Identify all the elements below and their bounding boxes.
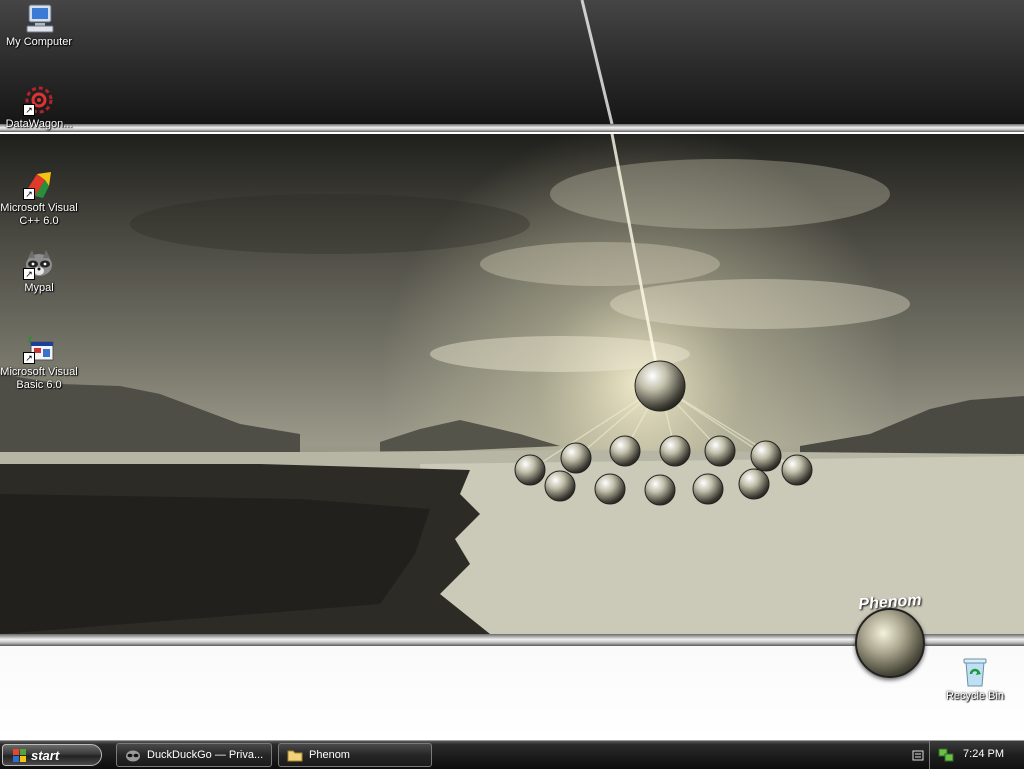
windows-logo-icon bbox=[13, 749, 27, 763]
network-icon[interactable] bbox=[938, 747, 954, 763]
phenom-logo: Phenom bbox=[850, 592, 930, 678]
desktop-icon-label: Microsoft Visual Basic 6.0 bbox=[0, 366, 78, 391]
clock[interactable]: 7:24 PM bbox=[963, 748, 1004, 760]
taskbar-button-duckduckgo[interactable]: DuckDuckGo — Priva... bbox=[116, 743, 272, 767]
shortcut-arrow-icon: ↗ bbox=[23, 352, 35, 364]
datawagon-icon: ↗ bbox=[23, 84, 55, 116]
taskbar-button-label: DuckDuckGo — Priva... bbox=[147, 749, 264, 761]
visual-cpp-icon: ↗ bbox=[23, 168, 55, 200]
phenom-orb bbox=[855, 608, 925, 678]
start-button[interactable]: start bbox=[2, 744, 102, 766]
my-computer-icon bbox=[23, 2, 55, 34]
desktop-icon-my-computer[interactable]: My Computer bbox=[0, 2, 78, 49]
desktop-icon-label: Mypal bbox=[24, 282, 54, 294]
shortcut-arrow-icon: ↗ bbox=[23, 188, 35, 200]
start-label: start bbox=[31, 748, 60, 763]
mypal-raccoon-icon: ↗ bbox=[23, 248, 55, 280]
desktop-icon-label: My Computer bbox=[5, 36, 73, 48]
desktop-icon-recycle-bin[interactable]: Recycle Bin bbox=[936, 656, 1014, 703]
taskbar: start DuckDuckGo — Priva... Phenom 7:24 … bbox=[0, 740, 1024, 769]
desktop-icon-visual-basic[interactable]: ↗ Microsoft Visual Basic 6.0 bbox=[0, 332, 78, 392]
taskbar-button-label: Phenom bbox=[309, 749, 350, 761]
recycle-bin-icon bbox=[959, 656, 991, 688]
taskbar-button-phenom[interactable]: Phenom bbox=[278, 743, 432, 767]
desktop-icon-label: Microsoft Visual C++ 6.0 bbox=[0, 202, 78, 227]
desktop-icon-mypal[interactable]: ↗ Mypal bbox=[0, 248, 78, 295]
mypal-raccoon-icon bbox=[125, 748, 141, 762]
shortcut-arrow-icon: ↗ bbox=[23, 104, 35, 116]
folder-icon bbox=[287, 748, 303, 762]
orb-large bbox=[634, 360, 686, 412]
system-tray: 7:24 PM bbox=[929, 741, 1024, 769]
desktop-icon-datawagon[interactable]: ↗ DataWagon... bbox=[0, 84, 78, 131]
shortcut-arrow-icon: ↗ bbox=[23, 268, 35, 280]
desktop-icon-visual-cpp[interactable]: ↗ Microsoft Visual C++ 6.0 bbox=[0, 168, 78, 228]
keyboard-layout-icon[interactable] bbox=[912, 748, 924, 762]
visual-basic-icon: ↗ bbox=[23, 332, 55, 364]
desktop-icon-label: DataWagon... bbox=[5, 118, 73, 130]
desktop-icon-label: Recycle Bin bbox=[945, 690, 1005, 702]
